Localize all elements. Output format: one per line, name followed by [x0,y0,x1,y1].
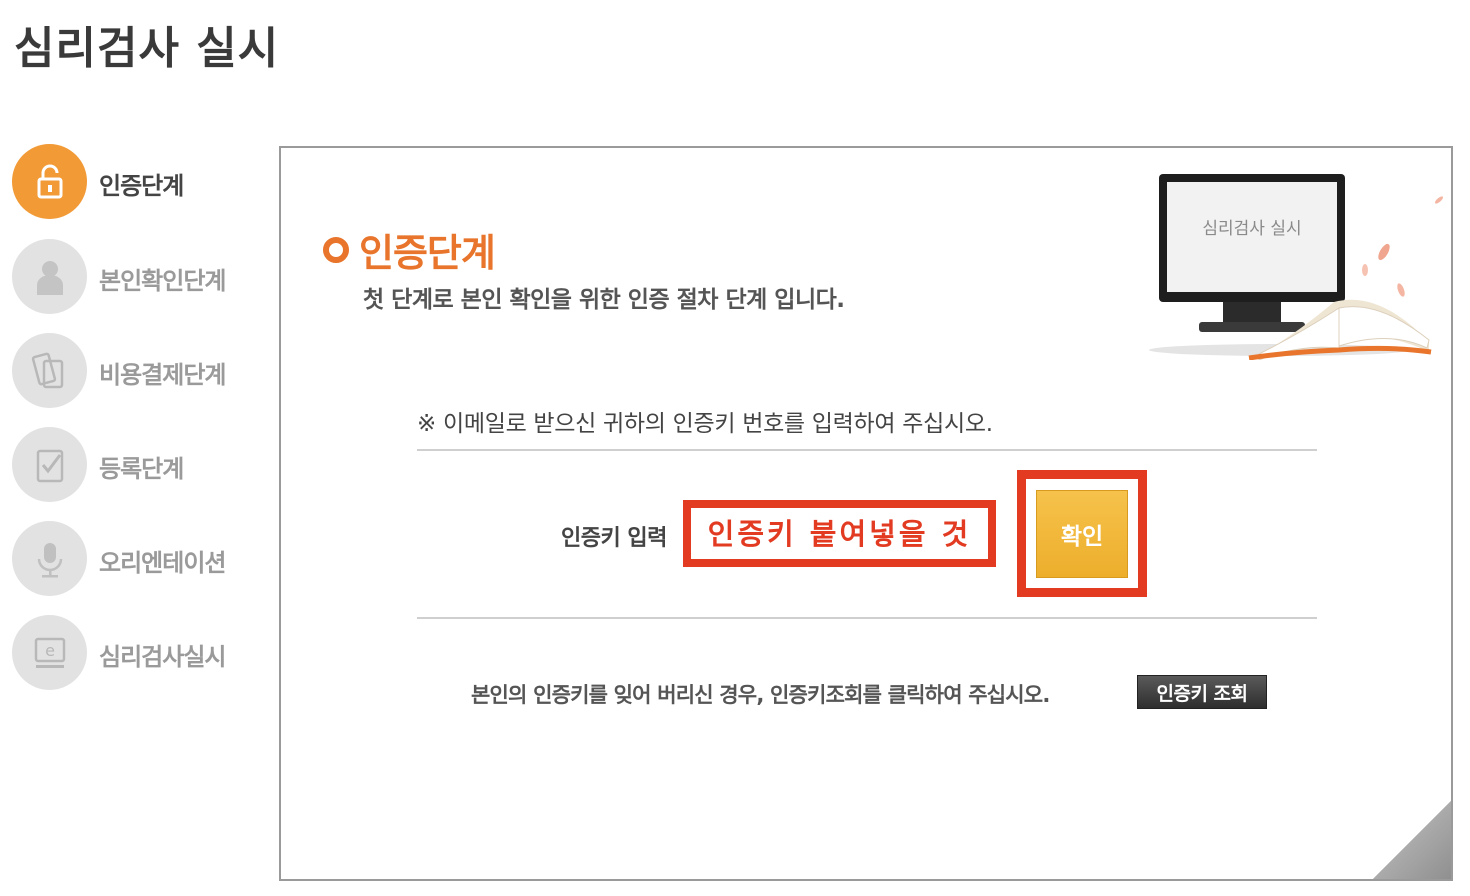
divider-top [417,449,1317,451]
confirm-button-frame: 확인 [1017,470,1147,597]
svg-text:e: e [45,641,55,660]
monitor-book-illustration: 심리검사 실시 [1139,170,1449,361]
instruction-text: ※ 이메일로 받으신 귀하의 인증키 번호를 입력하여 주십시오. [417,411,993,437]
divider-bottom [417,617,1317,619]
step-label: 비용결제단계 [99,361,226,389]
step-item-test[interactable]: e 심리검사실시 [12,615,262,691]
step-label: 인증단계 [99,172,184,200]
auth-key-field-frame [683,500,996,567]
step-label: 등록단계 [99,455,184,483]
step-item-orientation[interactable]: 오리엔테이션 [12,521,262,597]
step-item-identity[interactable]: 본인확인단계 [12,239,262,315]
auth-key-lookup-button[interactable]: 인증키 조회 [1137,675,1267,709]
bullet-ring-icon [323,236,349,263]
auth-panel: 인증단계 첫 단계로 본인 확인을 위한 인증 절차 단계 입니다. 심리검사 … [279,146,1453,881]
help-text: 본인의 인증키를 잊어 버리신 경우, 인증키조회를 클릭하여 주십시오. [471,683,1050,707]
auth-key-input[interactable] [691,508,988,559]
step-item-authentication[interactable]: 인증단계 [12,144,262,220]
e-test-monitor-icon: e [12,615,87,690]
section-description: 첫 단계로 본인 확인을 위한 인증 절차 단계 입니다. [363,287,845,313]
person-icon [12,239,87,314]
section-title: 인증단계 [359,231,496,275]
illustration-screen-text: 심리검사 실시 [1202,219,1301,239]
page-title: 심리검사 실시 [14,23,280,74]
step-item-payment[interactable]: 비용결제단계 [12,333,262,409]
microphone-icon [12,521,87,596]
step-label: 오리엔테이션 [99,549,226,577]
payment-card-icon [12,333,87,408]
step-label: 본인확인단계 [99,267,226,295]
auth-key-label: 인증키 입력 [561,526,667,551]
checklist-icon [12,427,87,502]
step-label: 심리검사실시 [99,643,226,671]
step-item-registration[interactable]: 등록단계 [12,427,262,503]
lock-icon [12,144,87,219]
page-curl-corner [1373,801,1451,879]
section-heading: 인증단계 [323,222,496,277]
confirm-button[interactable]: 확인 [1036,489,1128,578]
